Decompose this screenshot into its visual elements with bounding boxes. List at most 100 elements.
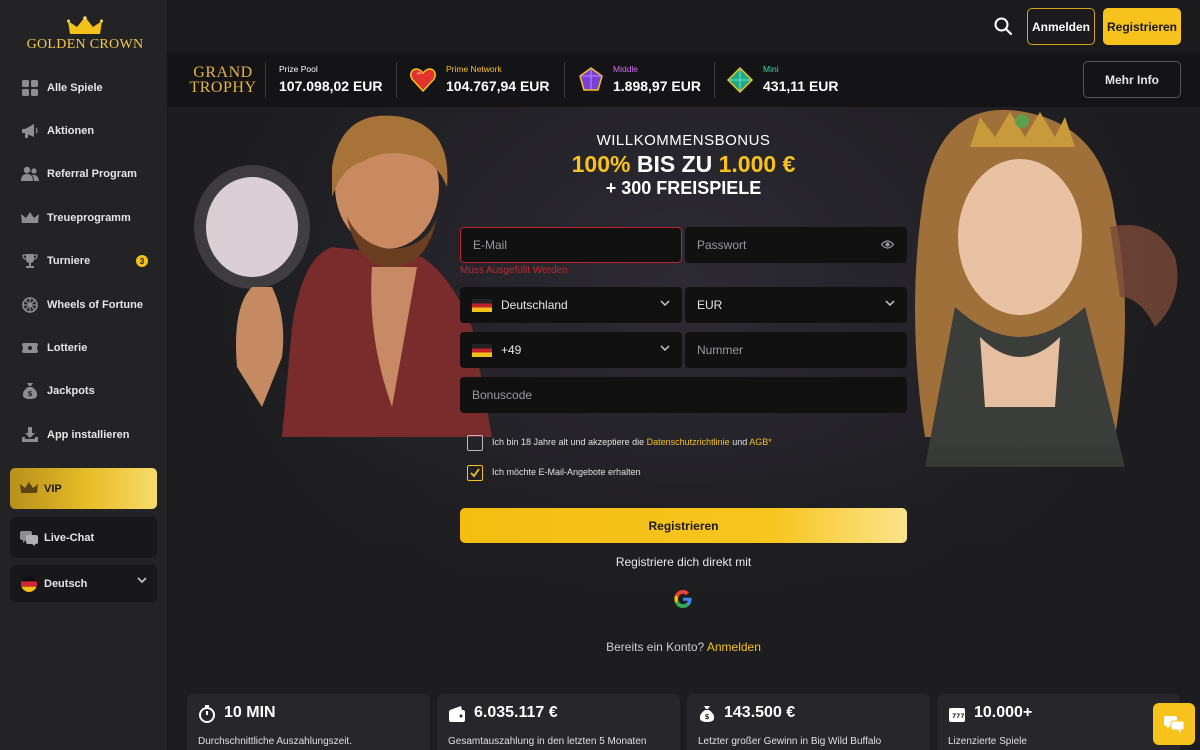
jackpot-tier-value: 104.767,94 EUR bbox=[446, 78, 550, 94]
heart-gem-icon bbox=[409, 68, 437, 93]
purple-gem-icon bbox=[579, 67, 603, 91]
jackpot-bar: GRAND TROPHY Prize Pool 107.098,02 EUR P… bbox=[167, 53, 1200, 107]
agb-text: AGB bbox=[749, 437, 769, 447]
grand-trophy-line2: TROPHY bbox=[189, 79, 257, 96]
required-asterisk: * bbox=[768, 437, 772, 447]
crown-icon bbox=[20, 481, 38, 497]
wallet-icon bbox=[449, 706, 465, 722]
vip-button[interactable]: VIP bbox=[10, 468, 157, 509]
sidebar-item-app-installieren[interactable]: App installieren bbox=[0, 413, 167, 456]
grand-trophy-logo: GRAND TROPHY bbox=[187, 64, 259, 96]
eye-icon[interactable] bbox=[881, 239, 894, 250]
download-icon bbox=[21, 426, 39, 444]
language-selector[interactable]: Deutsch bbox=[10, 565, 157, 602]
stat-card-payout-time: 10 MIN Durchschnittliche Auszahlungszeit… bbox=[187, 694, 430, 750]
green-gem-icon bbox=[726, 66, 754, 94]
password-placeholder: Passwort bbox=[697, 238, 747, 252]
sidebar-item-label: Turniere bbox=[47, 255, 91, 268]
sidebar-item-label: Jackpots bbox=[47, 385, 95, 398]
svg-text:$: $ bbox=[705, 713, 710, 721]
divider bbox=[396, 62, 397, 98]
sidebar-item-label: Wheels of Fortune bbox=[47, 298, 143, 311]
phone-placeholder: Nummer bbox=[697, 343, 744, 357]
sidebar-item-label: Alle Spiele bbox=[47, 81, 103, 94]
sidebar-item-treueprogramm[interactable]: Treueprogramm bbox=[0, 196, 167, 239]
login-link[interactable]: Anmelden bbox=[707, 640, 761, 654]
more-info-button[interactable]: Mehr Info bbox=[1083, 61, 1181, 98]
flag-de-icon bbox=[472, 298, 492, 312]
email-placeholder: E-Mail bbox=[473, 238, 508, 252]
sidebar-item-aktionen[interactable]: Aktionen bbox=[0, 109, 167, 152]
flag-de-icon bbox=[20, 575, 38, 592]
sidebar-item-jackpots[interactable]: $ Jackpots bbox=[0, 370, 167, 413]
sidebar-item-wheels-of-fortune[interactable]: Wheels of Fortune bbox=[0, 283, 167, 326]
svg-text:$: $ bbox=[28, 390, 33, 398]
ticket-icon bbox=[21, 339, 39, 357]
chevron-down-icon bbox=[660, 300, 670, 307]
checkmark-icon bbox=[470, 468, 480, 478]
jackpot-tier-name: Mini bbox=[763, 64, 779, 74]
money-bag-icon: $ bbox=[699, 706, 715, 722]
password-field[interactable]: Passwort bbox=[685, 227, 907, 263]
search-icon[interactable] bbox=[993, 16, 1013, 36]
terms-prefix: Ich bin 18 Jahre alt und akzeptiere die bbox=[492, 437, 645, 447]
bonus-free-spins: + 300 FREISPIELE bbox=[605, 178, 762, 198]
flag-de-icon bbox=[472, 343, 492, 357]
sidebar-item-turniere[interactable]: Turniere 3 bbox=[0, 240, 167, 283]
live-chat-label: Live-Chat bbox=[44, 531, 95, 544]
register-header-button[interactable]: Registrieren bbox=[1103, 8, 1181, 45]
email-offers-label: Ich möchte E-Mail-Angebote erhalten bbox=[492, 467, 641, 477]
chat-bubbles-icon bbox=[20, 530, 38, 546]
brand-logo[interactable]: GOLDEN CROWN bbox=[24, 16, 146, 56]
vip-label: VIP bbox=[44, 482, 62, 495]
login-button[interactable]: Anmelden bbox=[1027, 8, 1095, 45]
jackpot-prime-network: Prime Network 104.767,94 EUR bbox=[446, 63, 550, 95]
chat-fab-button[interactable] bbox=[1153, 703, 1195, 745]
social-register-label: Registriere dich direkt mit bbox=[615, 555, 752, 569]
currency-select[interactable]: EUR bbox=[685, 287, 907, 323]
sidebar-item-label: Treueprogramm bbox=[47, 211, 131, 224]
sidebar-item-alle-spiele[interactable]: Alle Spiele bbox=[0, 66, 167, 109]
stat-card-big-win: $ 143.500 € Letzter großer Gewinn in Big… bbox=[687, 694, 930, 750]
email-field[interactable]: E-Mail bbox=[460, 227, 682, 263]
terms-label: Ich bin 18 Jahre alt und akzeptiere die … bbox=[492, 437, 772, 447]
phone-code-select[interactable]: +49 bbox=[460, 332, 682, 368]
money-bag-icon: $ bbox=[21, 382, 39, 400]
users-icon bbox=[21, 165, 39, 183]
email-offers-checkbox[interactable] bbox=[467, 465, 483, 481]
google-icon[interactable] bbox=[673, 589, 693, 609]
have-account-row: Bereits ein Konto? Anmelden bbox=[560, 640, 807, 654]
stat-value: 10.000+ bbox=[974, 704, 1033, 721]
terms-checkbox[interactable] bbox=[467, 435, 483, 451]
sidebar-nav: Alle Spiele Aktionen Referral Program Tr… bbox=[0, 66, 167, 457]
chevron-down-icon bbox=[660, 345, 670, 352]
hero-woman-illustration bbox=[915, 109, 1178, 467]
bonus-percent: 100% bbox=[571, 151, 631, 177]
jackpot-tier-value: 431,11 EUR bbox=[763, 78, 839, 94]
live-chat-button[interactable]: Live-Chat bbox=[10, 517, 157, 558]
divider bbox=[714, 62, 715, 98]
welcome-bonus-title: WILLKOMMENSBONUS bbox=[596, 132, 771, 149]
bonus-code-placeholder: Bonuscode bbox=[472, 388, 533, 402]
sidebar-item-label: App installieren bbox=[47, 428, 130, 441]
jackpot-mini: Mini 431,11 EUR bbox=[763, 63, 839, 95]
currency-value: EUR bbox=[697, 298, 723, 312]
jackpot-tier-name: Prize Pool bbox=[279, 64, 318, 74]
grid-icon bbox=[21, 79, 39, 97]
stat-label: Gesamtauszahlung in den letzten 5 Monate… bbox=[448, 736, 647, 747]
agb-link[interactable]: AGB* bbox=[749, 437, 772, 447]
sidebar-item-referral-program[interactable]: Referral Program bbox=[0, 153, 167, 196]
privacy-policy-link[interactable]: Datenschutzrichtlinie bbox=[647, 437, 730, 447]
bonus-upto: BIS ZU bbox=[636, 151, 713, 177]
country-select[interactable]: Deutschland bbox=[460, 287, 682, 323]
stat-value: 143.500 € bbox=[724, 704, 796, 721]
sidebar-item-lotterie[interactable]: Lotterie bbox=[0, 326, 167, 369]
stat-card-licensed-games: 777 10.000+ Lizenzierte Spiele bbox=[937, 694, 1180, 750]
bonus-code-field[interactable]: Bonuscode bbox=[460, 377, 907, 413]
divider bbox=[564, 62, 565, 98]
phone-number-field[interactable]: Nummer bbox=[685, 332, 907, 368]
bonus-amount: 1.000 € bbox=[718, 151, 796, 177]
grand-trophy-line1: GRAND bbox=[193, 64, 253, 81]
register-submit-button[interactable]: Registrieren bbox=[460, 508, 907, 543]
jackpot-tier-name: Prime Network bbox=[446, 64, 502, 74]
